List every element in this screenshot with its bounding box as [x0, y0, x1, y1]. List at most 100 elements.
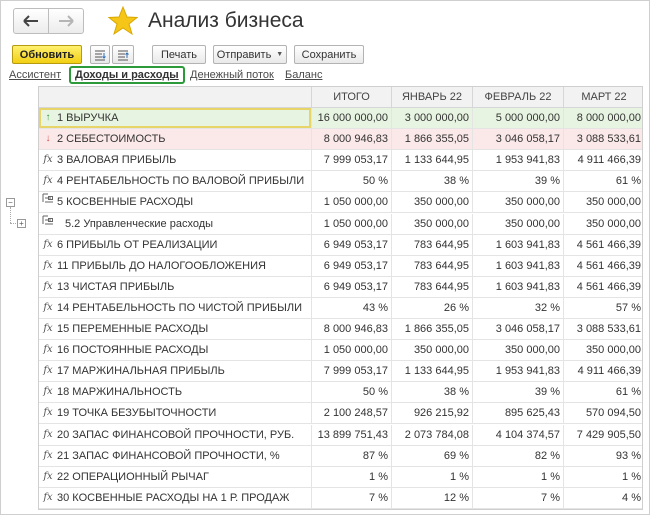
value-cell[interactable]: 4 561 466,39 — [563, 276, 642, 297]
value-cell[interactable]: 7 % — [472, 487, 563, 508]
value-cell[interactable]: 32 % — [472, 297, 563, 318]
value-cell[interactable]: 7 429 905,50 — [563, 424, 642, 445]
value-cell[interactable]: 26 % — [391, 297, 472, 318]
row-name-cell[interactable]: 5 КОСВЕННЫЕ РАСХОДЫ — [39, 192, 311, 212]
table-row[interactable]: fx 19 ТОЧКА БЕЗУБЫТОЧНОСТИ 2 100 248,57 926… — [39, 403, 642, 425]
value-cell[interactable]: 783 644,95 — [391, 234, 472, 255]
table-row[interactable]: fx 15 ПЕРЕМЕННЫЕ РАСХОДЫ 8 000 946,83 1 866… — [39, 319, 642, 340]
value-cell[interactable]: 1 050 000,00 — [311, 192, 391, 213]
value-cell[interactable]: 4 911 466,39 — [563, 150, 642, 171]
value-cell[interactable]: 350 000,00 — [563, 213, 642, 234]
value-cell[interactable]: 4 911 466,39 — [563, 361, 642, 382]
table-row[interactable]: fx 21 ЗАПАС ФИНАНСОВОЙ ПРОЧНОСТИ, % 87 % 69… — [39, 445, 642, 467]
value-cell[interactable]: 2 073 784,08 — [391, 424, 472, 445]
forward-button[interactable] — [48, 8, 84, 34]
value-cell[interactable]: 3 088 533,61 — [563, 319, 642, 339]
value-cell[interactable]: 50 % — [311, 171, 391, 192]
table-row[interactable]: fx 20 ЗАПАС ФИНАНСОВОЙ ПРОЧНОСТИ, РУБ. 13 … — [39, 424, 642, 446]
collapse-group-button[interactable]: − — [6, 198, 15, 207]
value-cell[interactable]: 4 % — [563, 487, 642, 508]
row-name-cell[interactable]: fx 4 РЕНТАБЕЛЬНОСТЬ ПО ВАЛОВОЙ ПРИБЫЛИ — [39, 171, 311, 191]
value-cell[interactable]: 350 000,00 — [472, 192, 563, 213]
table-row[interactable]: fx 16 ПОСТОЯННЫЕ РАСХОДЫ 1 050 000,00 350 0… — [39, 340, 642, 362]
value-cell[interactable]: 350 000,00 — [563, 192, 642, 213]
value-cell[interactable]: 50 % — [311, 382, 391, 403]
value-cell[interactable]: 1 050 000,00 — [311, 340, 391, 361]
value-cell[interactable]: 350 000,00 — [391, 192, 472, 213]
value-cell[interactable]: 1 % — [391, 466, 472, 487]
value-cell[interactable]: 8 000 000,00 — [563, 108, 642, 128]
value-cell[interactable]: 87 % — [311, 445, 391, 466]
value-cell[interactable]: 350 000,00 — [391, 340, 472, 361]
value-cell[interactable]: 4 561 466,39 — [563, 234, 642, 255]
column-header[interactable]: ИТОГО — [311, 87, 391, 107]
value-cell[interactable]: 1 866 355,05 — [391, 129, 472, 150]
row-name-cell[interactable]: ↑ 1 ВЫРУЧКА — [39, 108, 311, 128]
value-cell[interactable]: 6 949 053,17 — [311, 276, 391, 297]
value-cell[interactable]: 7 % — [311, 487, 391, 508]
table-row[interactable]: fx 3 ВАЛОВАЯ ПРИБЫЛЬ 7 999 053,17 1 133 644… — [39, 150, 642, 172]
value-cell[interactable]: 350 000,00 — [472, 213, 563, 234]
value-cell[interactable]: 16 000 000,00 — [311, 108, 391, 128]
value-cell[interactable]: 570 094,50 — [563, 403, 642, 424]
value-cell[interactable]: 69 % — [391, 445, 472, 466]
row-name-cell[interactable]: fx 30 КОСВЕННЫЕ РАСХОДЫ НА 1 Р. ПРОДАЖ — [39, 488, 311, 508]
value-cell[interactable]: 2 100 248,57 — [311, 403, 391, 424]
row-name-cell[interactable]: fx 16 ПОСТОЯННЫЕ РАСХОДЫ — [39, 340, 311, 360]
table-row[interactable]: fx 22 ОПЕРАЦИОННЫЙ РЫЧАГ 1 % 1 % 1 % 1 % — [39, 466, 642, 488]
column-header[interactable]: ЯНВАРЬ 22 — [391, 87, 472, 107]
table-row[interactable]: fx 30 КОСВЕННЫЕ РАСХОДЫ НА 1 Р. ПРОДАЖ 7 %… — [39, 487, 642, 509]
value-cell[interactable]: 38 % — [391, 382, 472, 403]
column-header[interactable]: ФЕВРАЛЬ 22 — [472, 87, 563, 107]
value-cell[interactable]: 1 603 941,83 — [472, 234, 563, 255]
value-cell[interactable]: 57 % — [563, 297, 642, 318]
value-cell[interactable]: 1 133 644,95 — [391, 150, 472, 171]
table-row[interactable]: ↑ 1 ВЫРУЧКА 16 000 000,00 3 000 000,00 5 000… — [39, 108, 642, 129]
row-name-cell[interactable]: fx 22 ОПЕРАЦИОННЫЙ РЫЧАГ — [39, 467, 311, 487]
value-cell[interactable]: 1 603 941,83 — [472, 255, 563, 276]
value-cell[interactable]: 7 999 053,17 — [311, 150, 391, 171]
table-row[interactable]: fx 4 РЕНТАБЕЛЬНОСТЬ ПО ВАЛОВОЙ ПРИБЫЛИ 50 … — [39, 171, 642, 193]
value-cell[interactable]: 926 215,92 — [391, 403, 472, 424]
row-name-cell[interactable]: fx 13 ЧИСТАЯ ПРИБЫЛЬ — [39, 277, 311, 297]
value-cell[interactable]: 350 000,00 — [472, 340, 563, 361]
tab-assistant[interactable]: Ассистент — [9, 69, 61, 81]
value-cell[interactable]: 3 046 058,17 — [472, 129, 563, 150]
value-cell[interactable]: 1 133 644,95 — [391, 361, 472, 382]
row-name-cell[interactable]: ↓ 2 СЕБЕСТОИМОСТЬ — [39, 129, 311, 149]
value-cell[interactable]: 783 644,95 — [391, 255, 472, 276]
value-cell[interactable]: 93 % — [563, 445, 642, 466]
value-cell[interactable]: 1 603 941,83 — [472, 276, 563, 297]
value-cell[interactable]: 4 104 374,57 — [472, 424, 563, 445]
value-cell[interactable]: 1 953 941,83 — [472, 361, 563, 382]
row-name-cell[interactable]: fx 3 ВАЛОВАЯ ПРИБЫЛЬ — [39, 150, 311, 170]
row-name-cell[interactable]: fx 19 ТОЧКА БЕЗУБЫТОЧНОСТИ — [39, 403, 311, 423]
table-row[interactable]: 5.2 Управленческие расходы 1 050 000,00 35… — [39, 213, 642, 235]
value-cell[interactable]: 1 866 355,05 — [391, 319, 472, 339]
row-name-cell[interactable]: 5.2 Управленческие расходы — [39, 214, 311, 234]
table-row[interactable]: fx 18 МАРЖИНАЛЬНОСТЬ 50 % 38 % 39 % 61 % — [39, 382, 642, 404]
value-cell[interactable]: 38 % — [391, 171, 472, 192]
value-cell[interactable]: 13 899 751,43 — [311, 424, 391, 445]
value-cell[interactable]: 783 644,95 — [391, 276, 472, 297]
value-cell[interactable]: 1 % — [472, 466, 563, 487]
collapse-rows-button[interactable] — [112, 45, 134, 64]
tab-balance[interactable]: Баланс — [285, 69, 322, 81]
table-row[interactable]: 5 КОСВЕННЫЕ РАСХОДЫ 1 050 000,00 350 000,0… — [39, 192, 642, 214]
save-button[interactable]: Сохранить — [294, 45, 364, 64]
row-name-cell[interactable]: fx 21 ЗАПАС ФИНАНСОВОЙ ПРОЧНОСТИ, % — [39, 446, 311, 466]
row-name-cell[interactable]: fx 17 МАРЖИНАЛЬНАЯ ПРИБЫЛЬ — [39, 361, 311, 381]
value-cell[interactable]: 7 999 053,17 — [311, 361, 391, 382]
table-row[interactable]: fx 17 МАРЖИНАЛЬНАЯ ПРИБЫЛЬ 7 999 053,17 1 1… — [39, 361, 642, 383]
row-name-cell[interactable]: fx 14 РЕНТАБЕЛЬНОСТЬ ПО ЧИСТОЙ ПРИБЫЛИ — [39, 298, 311, 318]
table-row[interactable]: fx 14 РЕНТАБЕЛЬНОСТЬ ПО ЧИСТОЙ ПРИБЫЛИ 43 … — [39, 297, 642, 319]
value-cell[interactable]: 82 % — [472, 445, 563, 466]
value-cell[interactable]: 3 088 533,61 — [563, 129, 642, 150]
value-cell[interactable]: 1 953 941,83 — [472, 150, 563, 171]
send-button[interactable]: Отправить ▼ — [213, 45, 287, 64]
value-cell[interactable]: 39 % — [472, 382, 563, 403]
tab-income-expenses[interactable]: Доходы и расходы — [69, 66, 185, 84]
value-cell[interactable]: 8 000 946,83 — [311, 319, 391, 339]
value-cell[interactable]: 6 949 053,17 — [311, 234, 391, 255]
row-name-cell[interactable]: fx 18 МАРЖИНАЛЬНОСТЬ — [39, 382, 311, 402]
